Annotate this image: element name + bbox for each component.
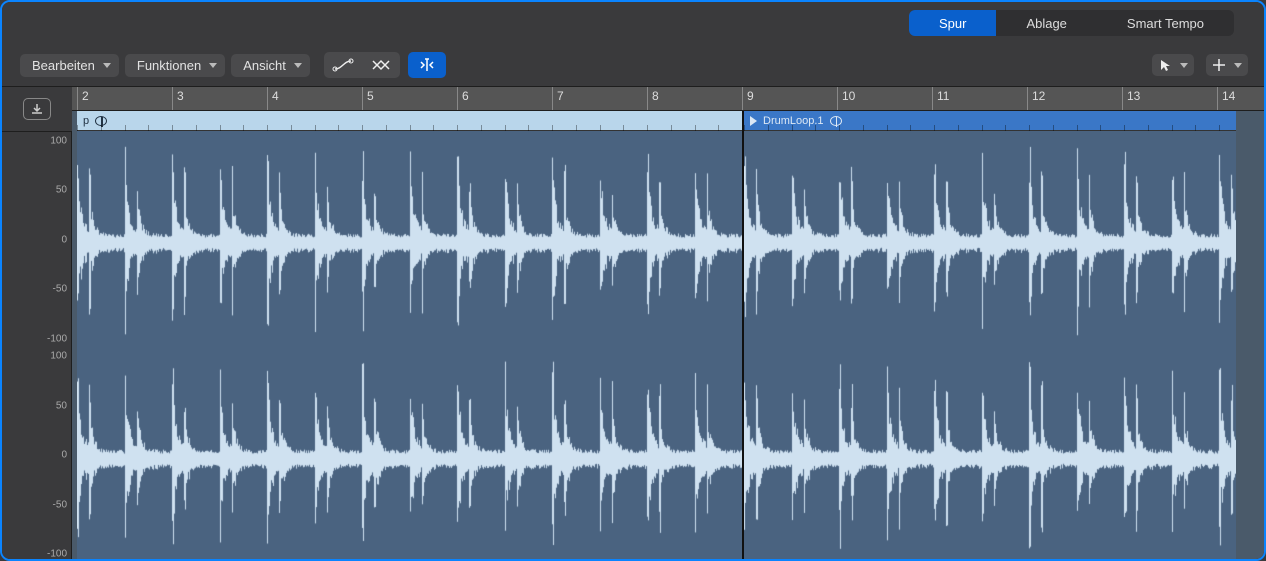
waveform [77, 356, 742, 561]
toolbar-icon-group [408, 52, 446, 78]
track-area[interactable]: 2 3 4 5 6 7 8 9 10 11 12 13 14 p DrumLoop.1 [72, 86, 1264, 561]
ruler-bar: 12 [1027, 87, 1045, 110]
play-icon [750, 116, 757, 126]
ruler-bar: 3 [172, 87, 184, 110]
amplitude-tick: -100 [47, 549, 67, 560]
chevron-down-icon [1234, 63, 1242, 68]
region-name: p [83, 115, 89, 127]
catcher-area [2, 86, 72, 132]
amplitude-scale: 100 50 0 -50 -100 100 50 0 -50 -100 [2, 132, 72, 561]
editor-tab-bar: Spur Ablage Smart Tempo [2, 2, 1264, 44]
amplitude-tick: 50 [56, 185, 67, 196]
region-header[interactable]: DrumLoop.1 [744, 111, 1236, 131]
ruler-bar: 10 [837, 87, 855, 110]
region-header[interactable]: p [77, 111, 742, 131]
functions-menu[interactable]: Funktionen [125, 54, 225, 77]
tool-picker [1152, 54, 1254, 76]
tab-ablage[interactable]: Ablage [996, 10, 1096, 36]
ruler-bar: 6 [457, 87, 469, 110]
amplitude-tick: -50 [53, 284, 67, 295]
loop-icon [830, 116, 842, 126]
ruler-bar: 9 [742, 87, 754, 110]
catch-playhead-button[interactable] [23, 98, 51, 120]
ruler-bar: 7 [552, 87, 564, 110]
waveform [744, 356, 1236, 561]
automation-curve-button[interactable] [324, 52, 362, 78]
chevron-down-icon [103, 63, 111, 68]
amplitude-tick: 0 [61, 234, 67, 245]
chevron-down-icon [294, 63, 302, 68]
amplitude-tick: 100 [50, 135, 67, 146]
ruler-bar: 11 [932, 87, 949, 110]
menu-label: Funktionen [137, 58, 201, 73]
tab-smart-tempo[interactable]: Smart Tempo [1097, 10, 1234, 36]
toolbar: Bearbeiten Funktionen Ansicht [2, 44, 1264, 86]
bar-ruler[interactable]: 2 3 4 5 6 7 8 9 10 11 12 13 14 [72, 87, 1264, 111]
waveform [77, 140, 742, 347]
crosshair-icon [1212, 58, 1226, 72]
ruler-bar: 4 [267, 87, 279, 110]
flex-button[interactable] [362, 52, 400, 78]
audio-editor: 100 50 0 -50 -100 100 50 0 -50 -100 2 3 4 5 6 7 8 9 10 11 1… [2, 86, 1264, 561]
flex-icon [370, 58, 392, 72]
view-menu[interactable]: Ansicht [231, 54, 310, 77]
editor-tabs: Spur Ablage Smart Tempo [909, 10, 1234, 36]
pointer-icon [1158, 58, 1172, 72]
download-icon [29, 103, 45, 115]
amplitude-tick: 0 [61, 450, 67, 461]
playhead-catch-button[interactable] [408, 52, 446, 78]
menu-label: Ansicht [243, 58, 286, 73]
tab-label: Spur [939, 16, 966, 31]
automation-curve-icon [332, 58, 354, 72]
primary-tool[interactable] [1152, 54, 1194, 76]
amplitude-tick: -100 [47, 333, 67, 344]
tab-spur[interactable]: Spur [909, 10, 996, 36]
ruler-bar: 2 [77, 87, 89, 110]
tab-label: Ablage [1026, 16, 1066, 31]
audio-region[interactable]: p [77, 111, 742, 561]
ruler-bar: 5 [362, 87, 374, 110]
amplitude-tick: -50 [53, 499, 67, 510]
ruler-bar: 14 [1217, 87, 1235, 110]
ruler-bar: 8 [647, 87, 659, 110]
toolbar-icon-group [324, 52, 400, 78]
secondary-tool[interactable] [1206, 54, 1248, 76]
audio-region[interactable]: DrumLoop.1 [742, 111, 1236, 561]
amplitude-tick: 50 [56, 400, 67, 411]
left-gutter: 100 50 0 -50 -100 100 50 0 -50 -100 [2, 86, 72, 561]
loop-icon [95, 116, 107, 126]
ruler-bar: 13 [1122, 87, 1140, 110]
menu-label: Bearbeiten [32, 58, 95, 73]
amplitude-tick: 100 [50, 351, 67, 362]
playhead-catch-icon [416, 57, 438, 73]
chevron-down-icon [1180, 63, 1188, 68]
waveform [744, 140, 1236, 347]
region-name: DrumLoop.1 [763, 115, 824, 127]
regions-container[interactable]: p DrumLoop.1 [72, 111, 1264, 561]
tab-label: Smart Tempo [1127, 16, 1204, 31]
edit-menu[interactable]: Bearbeiten [20, 54, 119, 77]
chevron-down-icon [209, 63, 217, 68]
